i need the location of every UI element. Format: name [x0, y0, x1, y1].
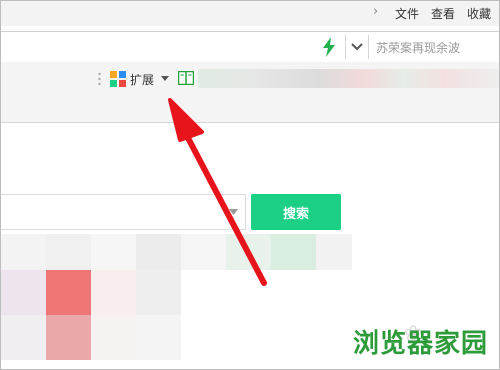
- watermark: ❀ 浏览器家园: [352, 322, 498, 366]
- blurred-tile: [226, 234, 271, 270]
- chevron-down-icon[interactable]: [229, 209, 238, 215]
- blurred-tile: [91, 270, 136, 315]
- extensions-icon: [110, 71, 126, 87]
- blurred-tile: [316, 234, 352, 270]
- blurred-tile: [46, 234, 91, 270]
- browser-window: › 文件 查看 收藏 苏荣案再现余波 扩展 搜索: [0, 0, 500, 370]
- lightning-icon[interactable]: [321, 37, 337, 57]
- watermark-text: 浏览器家园: [352, 329, 488, 359]
- blurred-tile: [1, 270, 46, 315]
- reading-list-icon[interactable]: [178, 71, 194, 85]
- menu-favorites[interactable]: 收藏: [467, 5, 491, 22]
- menu-chevron-icon[interactable]: ›: [373, 4, 378, 19]
- blurred-tile: [46, 315, 91, 360]
- blurred-tile: [1, 315, 46, 360]
- extensions-label: 扩展: [130, 73, 155, 87]
- address-dropdown-button[interactable]: [345, 35, 369, 59]
- caret-down-icon: [161, 76, 169, 81]
- blurred-tile: [91, 234, 136, 270]
- blurred-tile: [136, 234, 181, 270]
- chevron-down-icon: [351, 43, 363, 51]
- blurred-tile: [46, 270, 91, 315]
- extensions-button[interactable]: 扩展: [108, 68, 174, 90]
- blurred-tile: [136, 315, 181, 360]
- menu-view[interactable]: 查看: [431, 5, 455, 22]
- blurred-tile: [1, 234, 46, 270]
- menu-file[interactable]: 文件: [395, 5, 419, 22]
- search-button[interactable]: 搜索: [251, 194, 341, 230]
- toolbar: 扩展: [1, 62, 499, 123]
- search-box-placeholder[interactable]: 苏荣案再现余波: [376, 39, 460, 56]
- blurred-tile: [136, 270, 181, 315]
- search-input[interactable]: [1, 194, 246, 230]
- blurred-bookmarks: [198, 69, 499, 88]
- blurred-tile: [181, 234, 226, 270]
- blurred-tile: [91, 315, 136, 360]
- menu-bar: › 文件 查看 收藏: [1, 1, 499, 26]
- address-bar: 苏荣案再现余波: [1, 31, 499, 63]
- blurred-tile: [271, 234, 316, 270]
- grip-icon[interactable]: [98, 72, 101, 86]
